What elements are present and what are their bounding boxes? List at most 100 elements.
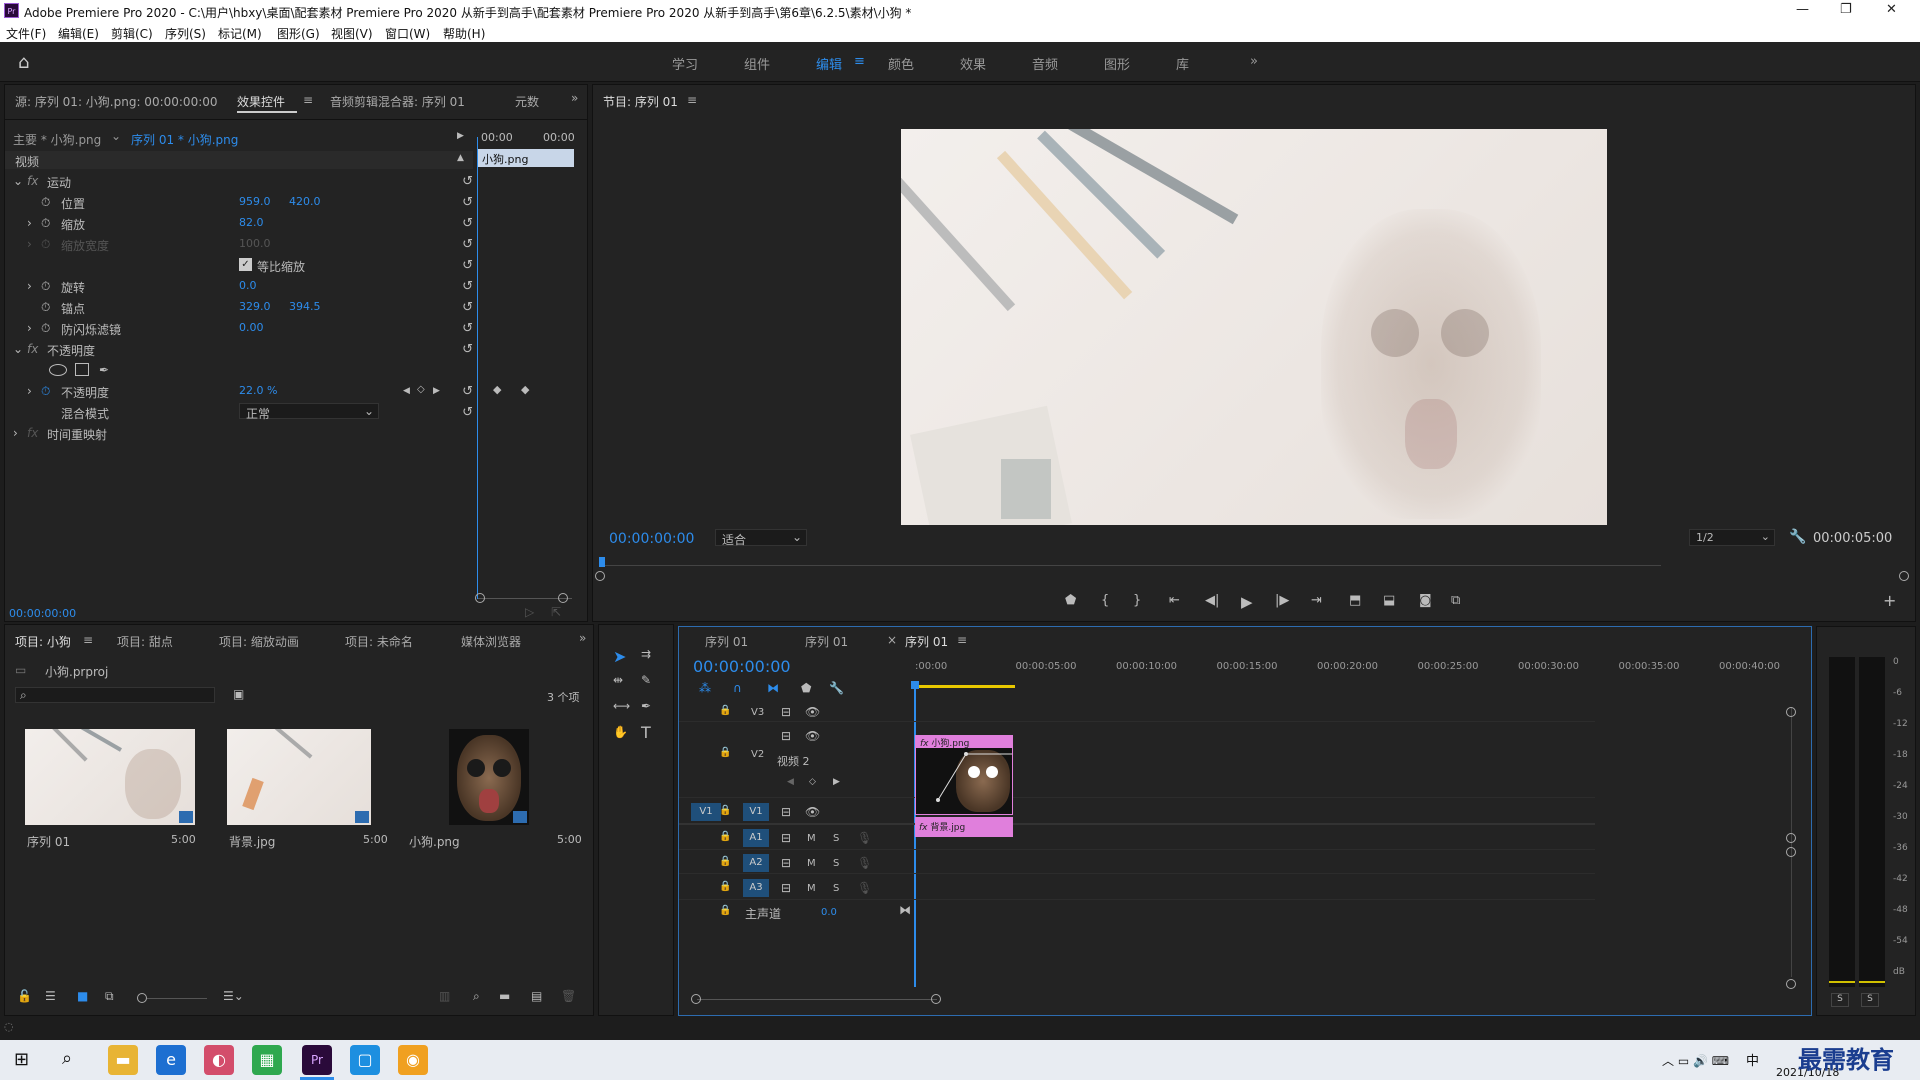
find-icon[interactable]: ⌕ <box>473 989 480 1004</box>
sync-lock-icon[interactable]: ⊟ <box>781 881 791 895</box>
minimize-icon[interactable]: — <box>1796 2 1809 17</box>
close-tab-icon[interactable]: × <box>887 633 897 647</box>
uniform-scale-checkbox[interactable]: ✓ <box>239 258 252 271</box>
zoom-handle-right[interactable] <box>558 593 568 603</box>
new-item-icon[interactable]: ▤ <box>531 989 542 1003</box>
filter-icon[interactable]: ▷ <box>525 605 534 619</box>
menu-graphics[interactable]: 图形(G) <box>277 25 320 42</box>
microphone-icon[interactable]: 🎙 <box>857 831 872 845</box>
reset-icon[interactable]: ↺ <box>462 384 473 399</box>
stopwatch-icon[interactable]: ⏱ <box>41 195 50 210</box>
blend-mode-select[interactable]: 正常 ⌄ <box>239 403 379 421</box>
stopwatch-icon[interactable]: ⏱ <box>41 321 50 336</box>
vscroll-handle[interactable] <box>1786 847 1796 857</box>
keyframe-1-icon[interactable]: ◆ <box>493 383 501 396</box>
tab-project-zoom[interactable]: 项目: 缩放动画 <box>219 633 299 650</box>
mark-in-icon[interactable]: { <box>1101 593 1109 608</box>
add-marker-icon[interactable]: ⬟ <box>1065 593 1076 608</box>
program-playhead[interactable] <box>599 557 605 567</box>
icon-view-icon[interactable]: ■ <box>77 989 88 1003</box>
export-icon[interactable]: ⇱ <box>551 605 561 619</box>
menu-marker[interactable]: 标记(M) <box>218 25 262 42</box>
more-tabs-icon[interactable]: » <box>571 91 578 105</box>
rectangle-mask-icon[interactable] <box>75 363 89 376</box>
menu-file[interactable]: 文件(F) <box>6 25 46 42</box>
opacity-section-row[interactable]: ⌄ fx 不透明度 ↺ <box>13 339 473 359</box>
app-icon[interactable]: ▢ <box>350 1045 380 1075</box>
master-track-value[interactable]: 0.0 <box>821 907 837 918</box>
tab-source[interactable]: 源: 序列 01: 小狗.png: 00:00:00:00 <box>15 93 218 110</box>
stopwatch-active-icon[interactable]: ⏱ <box>41 384 50 399</box>
clip-dog[interactable]: fx 小狗.png <box>915 735 1013 815</box>
thumbnail-sequence[interactable] <box>25 729 195 825</box>
sync-lock-icon[interactable]: ⊟ <box>781 705 791 719</box>
mute-button[interactable]: M <box>807 883 816 894</box>
hscroll-handle-right[interactable] <box>931 994 941 1004</box>
thumbnail-dog[interactable] <box>449 729 529 825</box>
vscroll-handle[interactable] <box>1786 979 1796 989</box>
workspace-menu-icon[interactable]: ≡ <box>854 54 865 69</box>
extract-icon[interactable]: ⬓ <box>1383 593 1395 608</box>
app-icon[interactable]: ▦ <box>252 1045 282 1075</box>
windows-start-icon[interactable]: ⊞ <box>14 1049 29 1070</box>
timeline-menu-icon[interactable]: ≡ <box>957 633 967 647</box>
more-tabs-icon[interactable]: » <box>579 631 586 645</box>
clip-background[interactable]: fx 背景.jpg <box>915 817 1013 837</box>
lock-icon[interactable]: 🔒 <box>719 805 731 816</box>
project-search-input[interactable]: ⌕ <box>15 687 215 703</box>
next-keyframe-icon[interactable]: ▶ <box>433 386 440 396</box>
workspace-effects[interactable]: 效果 <box>960 54 986 73</box>
collapse-icon[interactable]: ▲ <box>457 153 464 163</box>
workspace-assembly[interactable]: 组件 <box>744 54 770 73</box>
sync-lock-icon[interactable]: ⊟ <box>781 831 791 845</box>
timeline-timecode[interactable]: 00:00:00:00 <box>693 657 791 676</box>
file-explorer-icon[interactable]: ▬ <box>108 1045 138 1075</box>
home-icon[interactable]: ⌂ <box>18 52 29 73</box>
position-x-value[interactable]: 959.0 <box>239 195 271 208</box>
pen-tool-icon[interactable]: ✒ <box>641 699 651 713</box>
menu-view[interactable]: 视图(V) <box>331 25 373 42</box>
lift-icon[interactable]: ⬒ <box>1349 593 1361 608</box>
program-scrubber[interactable] <box>601 565 1661 566</box>
go-to-in-icon[interactable]: ⇤ <box>1169 593 1180 608</box>
program-title[interactable]: 节目: 序列 01 <box>603 93 678 110</box>
step-forward-icon[interactable]: |▶ <box>1275 593 1289 608</box>
prev-keyframe-icon[interactable]: ◀ <box>403 386 410 396</box>
menu-help[interactable]: 帮助(H) <box>443 25 485 42</box>
rotation-value[interactable]: 0.0 <box>239 279 257 292</box>
panel-menu-icon[interactable]: ≡ <box>687 93 697 107</box>
sequence-clip[interactable]: 序列 01 * 小狗.png <box>131 131 238 148</box>
track-label-a3[interactable]: A3 <box>743 879 769 897</box>
app-icon[interactable]: ◉ <box>398 1045 428 1075</box>
razor-icon[interactable]: ✎ <box>641 673 651 687</box>
lock-icon[interactable]: 🔒 <box>719 856 731 867</box>
zoom-slider-handle[interactable] <box>137 993 147 1003</box>
solo-right-button[interactable]: S <box>1861 993 1879 1007</box>
horizontal-scrollbar[interactable] <box>697 999 937 1000</box>
workspace-audio[interactable]: 音频 <box>1032 54 1058 73</box>
add-keyframe-icon[interactable]: ◇ <box>809 777 816 787</box>
workspace-color[interactable]: 颜色 <box>888 54 914 73</box>
playhead-handle[interactable] <box>911 681 919 689</box>
solo-button[interactable]: S <box>833 833 839 844</box>
reset-icon[interactable]: ↺ <box>462 405 473 420</box>
add-button-icon[interactable]: + <box>1883 591 1896 610</box>
stopwatch-icon[interactable]: ⏱ <box>41 300 50 315</box>
solo-left-button[interactable]: S <box>1831 993 1849 1007</box>
tab-project-dog[interactable]: 项目: 小狗 <box>15 633 71 650</box>
chevron-down-icon[interactable]: ⌄ <box>111 129 121 143</box>
eye-icon[interactable]: 👁 <box>805 705 820 719</box>
vscroll-handle[interactable] <box>1786 707 1796 717</box>
more-workspaces-icon[interactable]: » <box>1250 54 1258 69</box>
zoom-handle-left[interactable] <box>475 593 485 603</box>
reset-icon[interactable]: ↺ <box>462 195 473 210</box>
reset-icon[interactable]: ↺ <box>462 300 473 315</box>
tab-project-untitled[interactable]: 项目: 未命名 <box>345 633 413 650</box>
ec-clip-bar[interactable]: 小狗.png <box>478 149 574 167</box>
add-keyframe-icon[interactable]: ◇ <box>417 384 425 395</box>
stopwatch-icon[interactable]: ⏱ <box>41 279 50 294</box>
lock-icon[interactable]: 🔓 <box>17 989 32 1003</box>
stopwatch-icon[interactable]: ⏱ <box>41 216 50 231</box>
close-icon[interactable]: ✕ <box>1886 2 1897 17</box>
vscroll-handle[interactable] <box>1786 833 1796 843</box>
